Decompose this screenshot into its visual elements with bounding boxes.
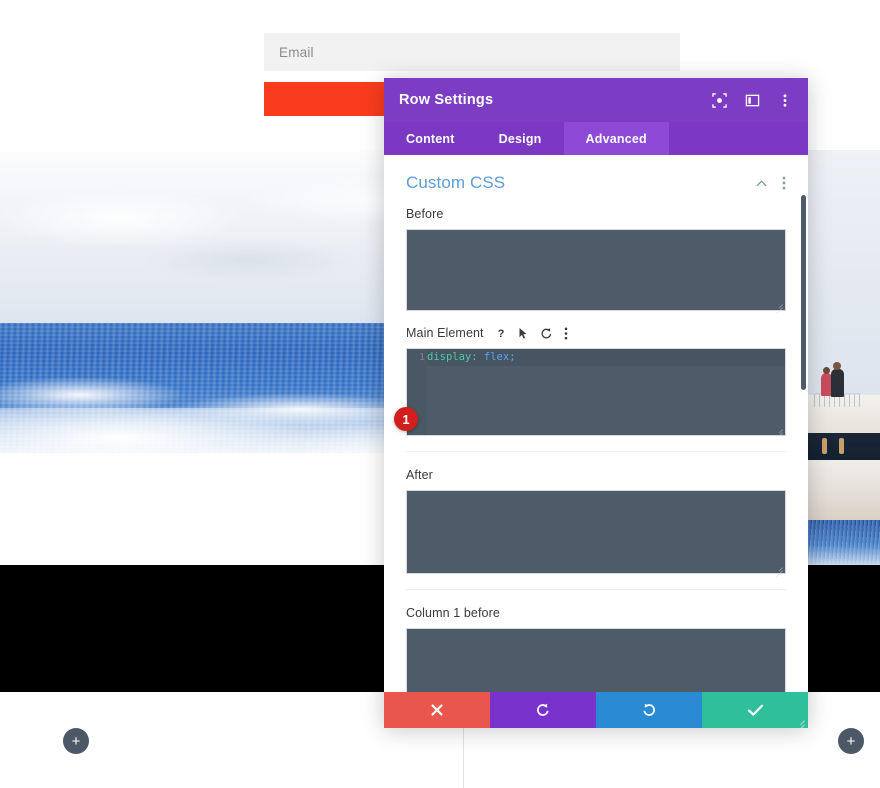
section-more-options-icon[interactable] [782,176,786,190]
field-more-options-icon[interactable] [564,327,568,340]
cursor-icon[interactable] [518,327,529,340]
column-1-before-textarea[interactable] [406,628,786,692]
yacht-wake-water [800,520,880,565]
add-section-right-label: + [846,732,856,750]
redo-button[interactable] [596,692,702,728]
row-settings-modal: Row Settings Content Design Advanced Cus… [384,78,808,728]
field-column-1-before: Column 1 before [406,606,786,692]
field-main-element-label: Main Element [406,326,484,340]
help-icon[interactable]: ? [495,327,507,340]
field-column-1-before-label-row: Column 1 before [406,606,786,620]
yacht-porthole-left [822,438,827,454]
column-divider [463,720,464,788]
section-title: Custom CSS [406,173,506,192]
close-icon [430,703,444,717]
add-section-left-button[interactable]: + [63,728,89,754]
modal-header: Row Settings [384,78,808,122]
redo-icon [641,702,657,718]
modal-title: Row Settings [399,92,494,108]
modal-tabs: Content Design Advanced [384,122,808,155]
cta-button[interactable] [264,82,400,116]
field-after-label: After [406,468,433,482]
add-section-left-label: + [71,732,81,750]
cancel-button[interactable] [384,692,490,728]
field-divider [406,451,786,452]
field-after: After [406,468,786,589]
resize-grip-icon[interactable] [774,424,783,433]
person-in-black [831,369,844,397]
yacht-porthole-right [839,438,844,454]
undo-icon [535,702,551,718]
after-textarea[interactable] [406,490,786,574]
tab-design[interactable]: Design [477,122,564,155]
code-token-value: flex; [483,351,516,363]
fullscreen-icon[interactable] [711,92,727,108]
modal-resize-grip-icon[interactable] [795,715,805,725]
before-textarea[interactable] [406,229,786,311]
layout-toggle-icon[interactable] [744,92,760,108]
tab-content[interactable]: Content [384,122,477,155]
check-icon [747,703,764,718]
resize-grip-icon[interactable] [774,562,783,571]
screenshot-root: Email + + Row Settings Content Design Ad… [0,0,880,788]
modal-header-icon-group [711,92,793,108]
add-section-right-button[interactable]: + [838,728,864,754]
field-divider [406,589,786,590]
code-line-number: 1 [418,352,425,363]
email-input[interactable]: Email [264,33,680,71]
modal-footer [384,692,808,728]
reset-icon[interactable] [540,327,553,340]
more-options-icon[interactable] [777,92,793,108]
person-in-red-head [823,367,830,374]
yacht-lower-hull [800,460,880,522]
chevron-up-icon[interactable] [755,177,768,190]
modal-body: Custom CSS Before Main Element ? 1 displ… [384,155,808,692]
field-column-1-before-label: Column 1 before [406,606,500,620]
person-in-black-head [833,362,841,370]
main-element-code-editor[interactable]: 1 display: flex; [406,348,786,436]
field-main-element-label-row: Main Element ? [406,326,786,340]
field-main-element: Main Element ? 1 display: flex; [406,326,786,451]
resize-grip-icon[interactable] [774,299,783,308]
svg-text:?: ? [497,328,504,340]
yacht-photo [800,150,880,565]
custom-css-section-header: Custom CSS [406,155,786,207]
code-line-1: 1 display: flex; [407,349,785,366]
field-before: Before [406,207,786,326]
field-after-label-row: After [406,468,786,482]
undo-button[interactable] [490,692,596,728]
save-button[interactable] [702,692,808,728]
field-before-label-row: Before [406,207,786,221]
email-input-placeholder: Email [279,44,314,60]
field-before-label: Before [406,207,444,221]
tab-advanced[interactable]: Advanced [563,122,669,155]
modal-scrollbar[interactable] [801,195,806,390]
step-badge-1: 1 [394,407,418,431]
code-token-property: display: [427,351,478,363]
